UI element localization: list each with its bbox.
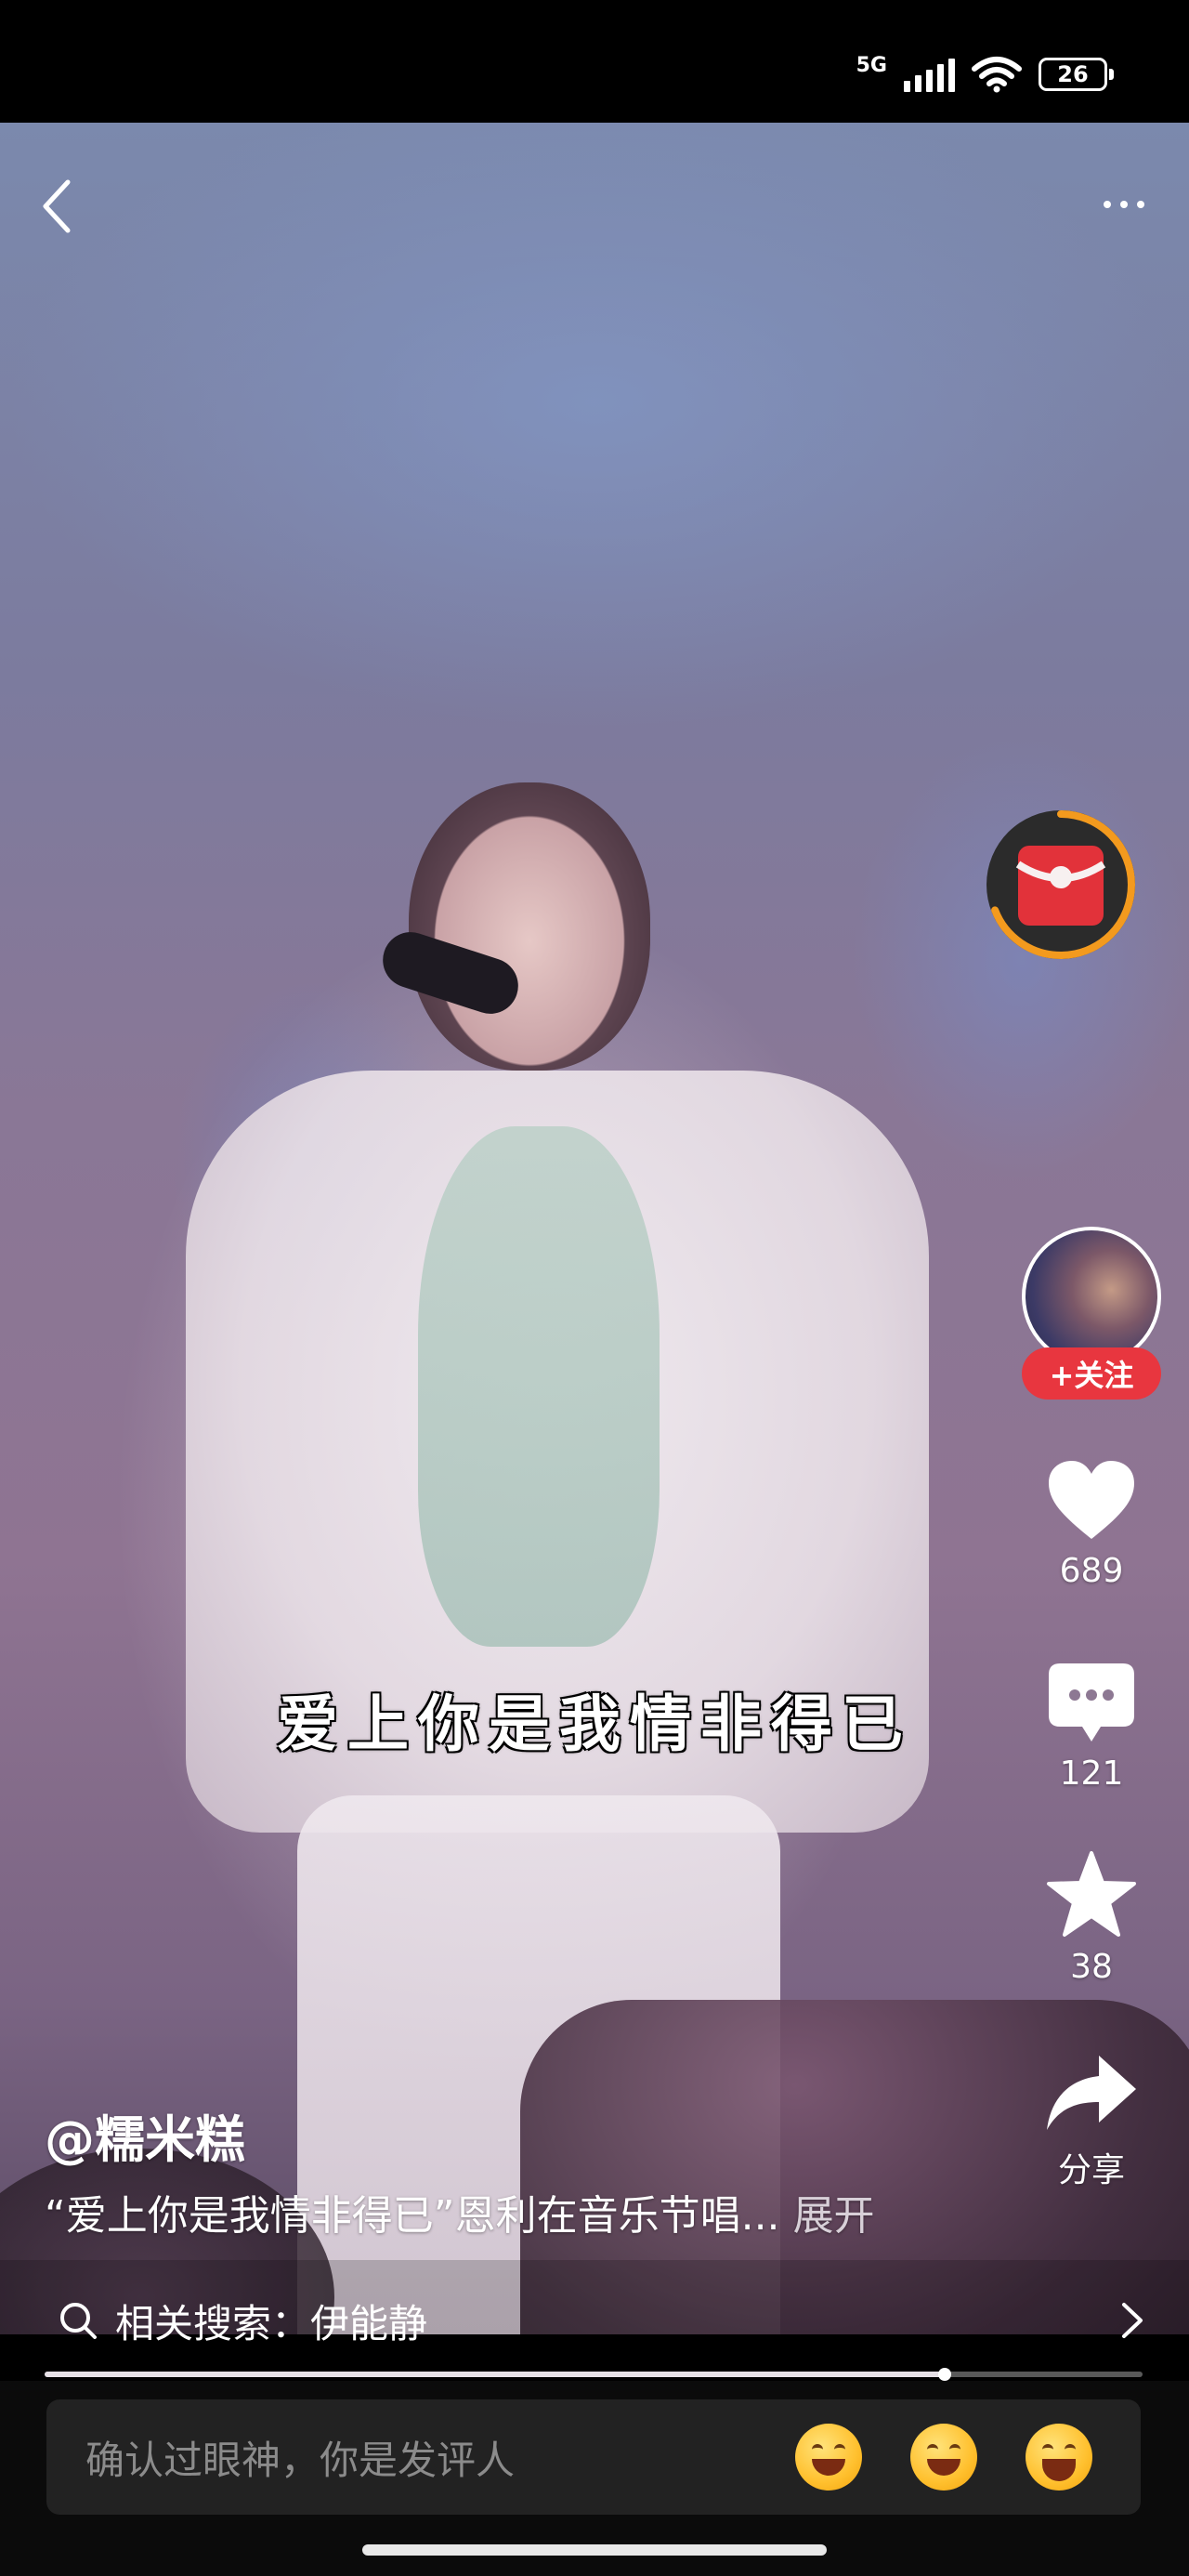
battery-indicator: 26 [1039, 58, 1114, 91]
status-bar: 5G 26 [0, 0, 1189, 123]
video-progress-fill [45, 2372, 946, 2377]
share-button[interactable]: 分享 [1026, 2052, 1156, 2191]
network-type: 5G [856, 53, 887, 77]
more-button[interactable] [1087, 177, 1161, 232]
red-packet-icon [986, 810, 1135, 959]
star-icon [1047, 1851, 1136, 1937]
big-grin-emoji[interactable] [1026, 2424, 1092, 2491]
comment-button[interactable]: 121 [1026, 1662, 1156, 1793]
like-count: 689 [1059, 1552, 1124, 1590]
author-name[interactable]: @糯米糕 [45, 2098, 245, 2172]
favorite-button[interactable]: 38 [1026, 1849, 1156, 1986]
related-search-bar[interactable]: 相关搜索：伊能静 [0, 2260, 1189, 2381]
comment-icon [1049, 1663, 1134, 1741]
more-icon [1104, 201, 1144, 208]
follow-button[interactable]: +关注 [1022, 1347, 1161, 1400]
comment-input[interactable]: 确认过眼神，你是发评人 [46, 2399, 1141, 2515]
like-button[interactable]: 689 [1026, 1457, 1156, 1590]
signal-icon [904, 57, 955, 92]
laugh-cry-emoji[interactable] [795, 2424, 862, 2491]
video-description: “爱上你是我情非得已”恩利在音乐节唱... 展开 [45, 2182, 875, 2241]
home-indicator[interactable] [362, 2544, 827, 2556]
description-text: “爱上你是我情非得已”恩利在音乐节唱... [45, 2192, 780, 2240]
video-figure-head [409, 782, 650, 1071]
red-packet-button[interactable] [983, 807, 1139, 963]
back-icon [43, 179, 71, 233]
avatar[interactable] [1022, 1227, 1161, 1366]
status-icons: 5G 26 [856, 48, 1114, 100]
chevron-right-icon [1122, 2303, 1143, 2338]
comment-count: 121 [1059, 1755, 1124, 1793]
grin-emoji[interactable] [910, 2424, 977, 2491]
back-button[interactable] [28, 169, 84, 243]
heart-icon [1049, 1461, 1134, 1539]
expand-link[interactable]: 展开 [793, 2192, 875, 2240]
video-figure-shirt [418, 1126, 660, 1647]
share-label: 分享 [1057, 2151, 1125, 2189]
comment-placeholder: 确认过眼神，你是发评人 [85, 2437, 516, 2483]
video-progress-bar[interactable] [45, 2368, 1143, 2381]
video-subtitle: 爱上你是我情非得已 [277, 1689, 912, 1760]
video-player[interactable]: 爱上你是我情非得已 [0, 123, 1189, 2334]
search-icon [60, 2303, 97, 2339]
wifi-icon [972, 57, 1022, 93]
share-icon [1047, 2056, 1136, 2130]
related-search-label: 相关搜索：伊能静 [115, 2300, 428, 2346]
battery-level: 26 [1057, 61, 1089, 87]
favorite-count: 38 [1070, 1948, 1113, 1986]
author-avatar-group[interactable]: +关注 [1022, 1227, 1161, 1403]
